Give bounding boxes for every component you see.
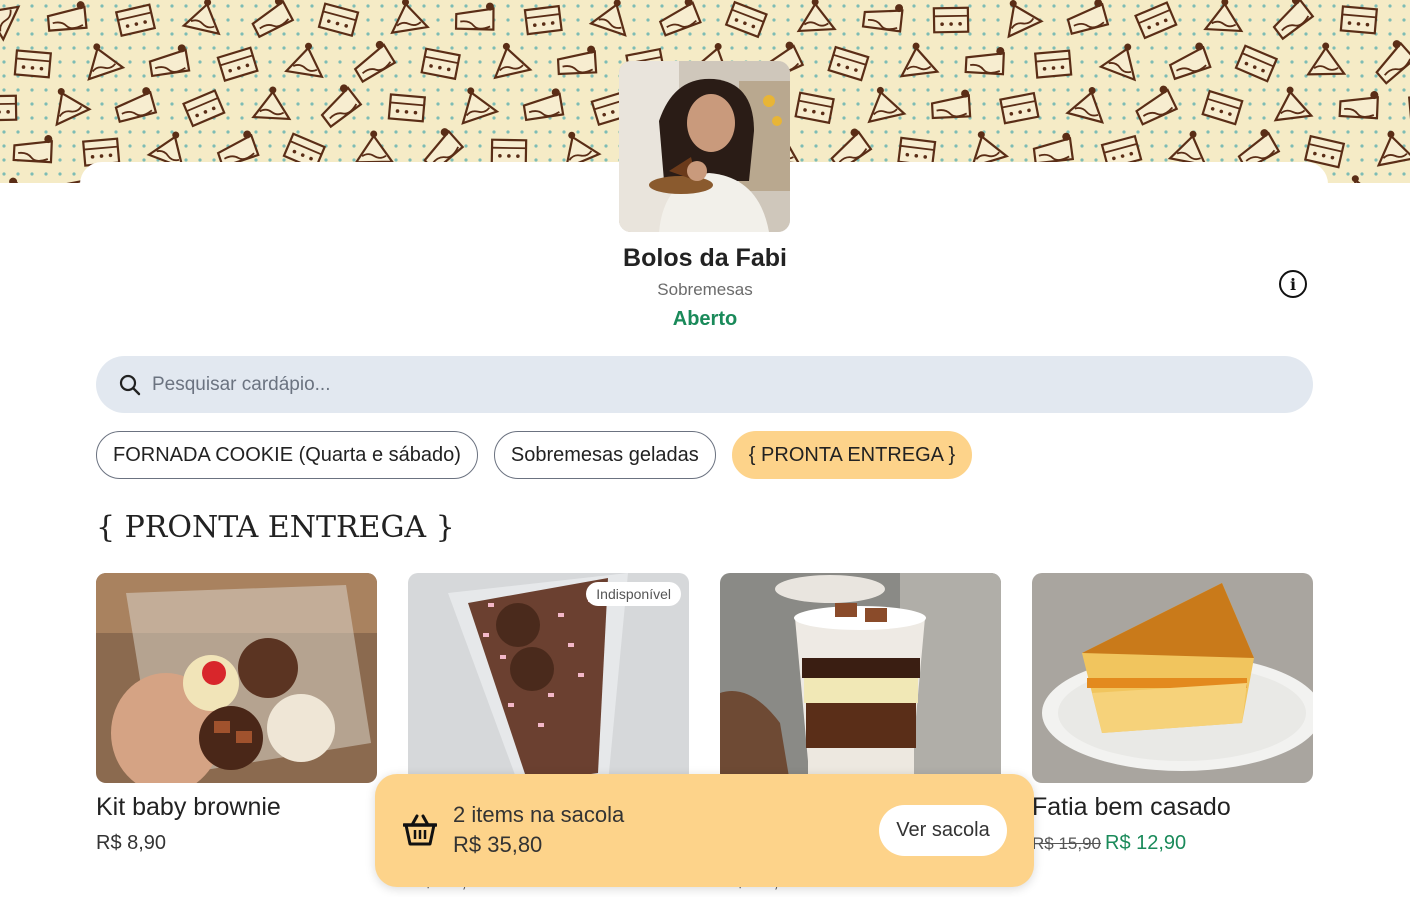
product-name: Kit baby brownie <box>96 793 281 821</box>
product-image <box>1032 573 1313 783</box>
section-title: { PRONTA ENTREGA } <box>96 510 455 545</box>
cart-bar[interactable]: 2 items na sacola R$ 35,80 Ver sacola <box>375 774 1034 887</box>
tab-fornada-cookie[interactable]: FORNADA COOKIE (Quarta e sábado) <box>96 431 478 479</box>
tab-sobremesas-geladas[interactable]: Sobremesas geladas <box>493 431 716 479</box>
unavailable-badge: Indisponível <box>586 582 681 606</box>
product-name: Fatia bem casado <box>1032 793 1231 821</box>
cart-item-count: 2 items na sacola <box>453 802 625 827</box>
product-card[interactable]: Kit baby brownie R$ 8,90 <box>96 573 377 855</box>
product-price: R$ 8,90 <box>96 832 167 854</box>
cart-total: R$ 35,80 <box>453 832 543 857</box>
store-avatar <box>619 61 790 232</box>
info-icon[interactable]: i <box>1279 270 1307 298</box>
category-tabs: FORNADA COOKIE (Quarta e sábado) Sobreme… <box>96 431 973 479</box>
search-input[interactable] <box>152 373 1252 396</box>
product-image <box>720 573 1001 783</box>
store-category: Sobremesas <box>657 280 753 299</box>
store-name: Bolos da Fabi <box>623 244 787 272</box>
product-image <box>96 573 377 783</box>
product-old-price: R$ 15,90 <box>1032 834 1101 853</box>
product-card[interactable]: Fatia bem casado R$ 15,90 R$ 12,90 <box>1032 573 1313 855</box>
view-cart-button[interactable]: Ver sacola <box>879 805 1007 856</box>
basket-icon <box>403 814 437 846</box>
store-status: Aberto <box>672 308 738 330</box>
product-price: R$ 15,90 R$ 12,90 <box>1032 832 1313 855</box>
search-icon <box>119 374 141 395</box>
product-card[interactable]: Indisponível <box>408 573 689 783</box>
product-sale-price: R$ 12,90 <box>1105 832 1187 854</box>
search-bar[interactable] <box>96 356 1313 413</box>
product-card[interactable] <box>720 573 1001 783</box>
store-page: Bolos da Fabi Sobremesas Aberto i FORNAD… <box>0 0 1410 897</box>
tab-pronta-entrega[interactable]: { PRONTA ENTREGA } <box>731 431 973 479</box>
product-image: Indisponível <box>408 573 689 783</box>
